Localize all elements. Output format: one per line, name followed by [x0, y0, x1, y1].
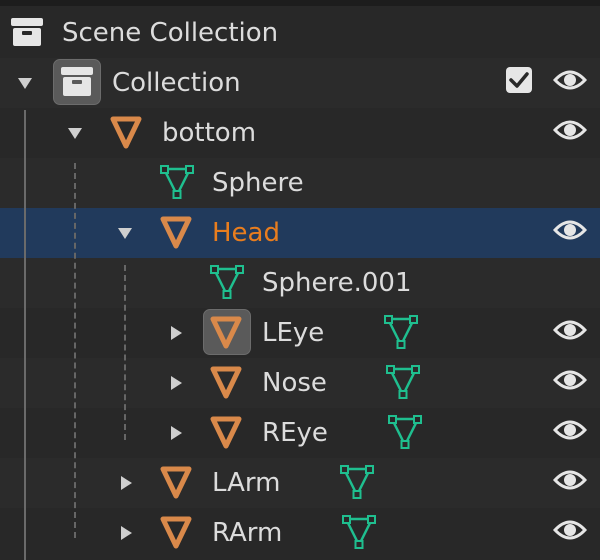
scene-collection-icon: [10, 17, 44, 47]
object-label: bottom: [162, 118, 257, 148]
row-rarm[interactable]: RArm: [0, 508, 600, 558]
mesh-label: Sphere.001: [262, 268, 412, 298]
object-label: LEye: [262, 318, 325, 348]
disclosure-closed-icon[interactable]: [171, 326, 182, 340]
mesh-data-icon: [159, 164, 195, 200]
eye-icon[interactable]: [552, 316, 588, 346]
empty-object-icon: [159, 465, 193, 499]
empty-object-icon: [109, 115, 143, 149]
eye-icon[interactable]: [552, 116, 588, 146]
mesh-data-icon[interactable]: [339, 464, 375, 500]
eye-icon[interactable]: [552, 216, 588, 246]
mesh-data-icon[interactable]: [341, 514, 377, 550]
eye-icon[interactable]: [552, 516, 588, 546]
top-border: [0, 0, 600, 6]
hierarchy-line: [24, 110, 26, 560]
row-scene-collection[interactable]: Scene Collection: [0, 8, 600, 58]
eye-icon[interactable]: [552, 66, 588, 96]
mesh-data-icon[interactable]: [387, 414, 423, 450]
eye-icon[interactable]: [552, 466, 588, 496]
hierarchy-line: [74, 163, 76, 538]
row-nose[interactable]: Nose: [0, 358, 600, 408]
object-label: REye: [262, 418, 328, 448]
disclosure-closed-icon[interactable]: [121, 526, 132, 540]
mesh-data-icon[interactable]: [385, 364, 421, 400]
object-label: Nose: [262, 368, 327, 398]
object-label-active: Head: [212, 218, 280, 248]
row-reye[interactable]: REye: [0, 408, 600, 458]
eye-icon[interactable]: [552, 416, 588, 446]
exclude-checkbox[interactable]: [506, 67, 532, 93]
disclosure-open-icon[interactable]: [118, 228, 132, 239]
collection-label: Collection: [112, 68, 241, 98]
row-sphere-001[interactable]: Sphere.001: [0, 258, 600, 308]
mesh-data-icon[interactable]: [383, 314, 419, 350]
row-head[interactable]: Head: [0, 208, 600, 258]
object-label: LArm: [212, 468, 281, 498]
row-leye[interactable]: LEye: [0, 308, 600, 358]
empty-object-icon: [209, 365, 243, 399]
empty-object-icon: [209, 415, 243, 449]
object-label: RArm: [212, 518, 283, 548]
row-sphere[interactable]: Sphere: [0, 158, 600, 208]
collection-icon: [60, 66, 94, 98]
hierarchy-line: [124, 265, 126, 440]
scene-collection-label: Scene Collection: [62, 18, 279, 48]
mesh-data-icon: [209, 264, 245, 300]
disclosure-closed-icon[interactable]: [171, 376, 182, 390]
row-bottom[interactable]: bottom: [0, 108, 600, 158]
eye-icon[interactable]: [552, 366, 588, 396]
disclosure-open-icon[interactable]: [18, 78, 32, 89]
mesh-label: Sphere: [212, 168, 304, 198]
disclosure-closed-icon[interactable]: [171, 426, 182, 440]
empty-object-icon: [209, 315, 243, 349]
disclosure-closed-icon[interactable]: [121, 476, 132, 490]
disclosure-open-icon[interactable]: [68, 128, 82, 139]
empty-object-icon: [159, 515, 193, 549]
row-larm[interactable]: LArm: [0, 458, 600, 508]
empty-object-icon: [159, 215, 193, 249]
